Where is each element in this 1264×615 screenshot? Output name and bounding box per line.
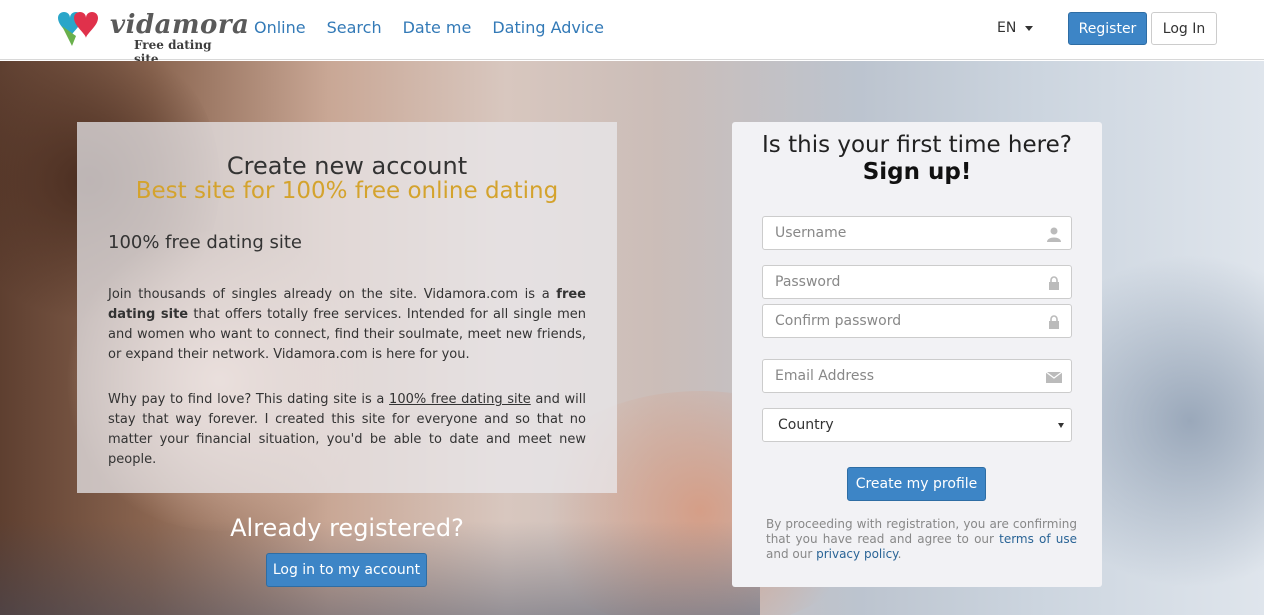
confirm-password-input[interactable] <box>763 305 1033 337</box>
signup-question: Is this your first time here? <box>762 132 1072 158</box>
email-field <box>762 359 1072 393</box>
info-paragraph-1: Join thousands of singles already on the… <box>108 287 586 362</box>
password-field <box>762 265 1072 299</box>
caret-down-icon <box>1058 423 1064 428</box>
username-field <box>762 216 1072 250</box>
envelope-icon <box>1045 371 1063 383</box>
nav-date-me[interactable]: Date me <box>403 18 472 37</box>
lock-icon <box>1049 315 1059 329</box>
login-button[interactable]: Log In <box>1151 12 1217 45</box>
info-subtitle: Best site for 100% free online dating <box>135 178 559 204</box>
free-dating-link[interactable]: 100% free dating site <box>389 392 531 407</box>
register-button[interactable]: Register <box>1068 12 1147 45</box>
language-label: EN <box>997 20 1017 36</box>
info-title: Create new account <box>226 152 468 180</box>
lock-icon <box>1049 276 1059 290</box>
nav-search[interactable]: Search <box>327 18 382 37</box>
language-selector[interactable]: EN <box>997 20 1034 36</box>
create-profile-button[interactable]: Create my profile <box>847 467 986 501</box>
logo-name: vidamora <box>110 10 250 40</box>
signup-card: Is this your first time here? Sign up! C… <box>732 122 1102 587</box>
already-registered-title: Already registered? <box>230 514 464 542</box>
info-panel: Create new account Best site for 100% fr… <box>77 122 617 493</box>
login-to-account-button[interactable]: Log in to my account <box>266 553 427 587</box>
signup-cta: Sign up! <box>862 159 972 185</box>
site-logo[interactable]: vidamora Free dating site <box>56 6 249 66</box>
username-input[interactable] <box>763 217 1033 249</box>
legal-notice: By proceeding with registration, you are… <box>766 517 1078 561</box>
info-paragraph-2: Why pay to find love? This dating site i… <box>108 392 586 467</box>
terms-of-use-link[interactable]: terms of use <box>999 532 1077 546</box>
hearts-logo-icon <box>58 12 98 46</box>
country-value: Country <box>778 417 834 433</box>
user-icon <box>1047 227 1061 242</box>
email-input[interactable] <box>763 360 1033 392</box>
country-select[interactable]: Country <box>762 408 1072 442</box>
top-header: vidamora Free dating site Online Search … <box>0 0 1264 66</box>
chevron-down-icon <box>1025 25 1034 31</box>
password-input[interactable] <box>763 266 1033 298</box>
main-nav: Online Search Date me Dating Advice <box>254 18 604 37</box>
confirm-password-field <box>762 304 1072 338</box>
nav-dating-advice[interactable]: Dating Advice <box>492 18 604 37</box>
info-heading: 100% free dating site <box>108 232 302 253</box>
nav-online[interactable]: Online <box>254 18 306 37</box>
privacy-policy-link[interactable]: privacy policy <box>816 547 897 561</box>
